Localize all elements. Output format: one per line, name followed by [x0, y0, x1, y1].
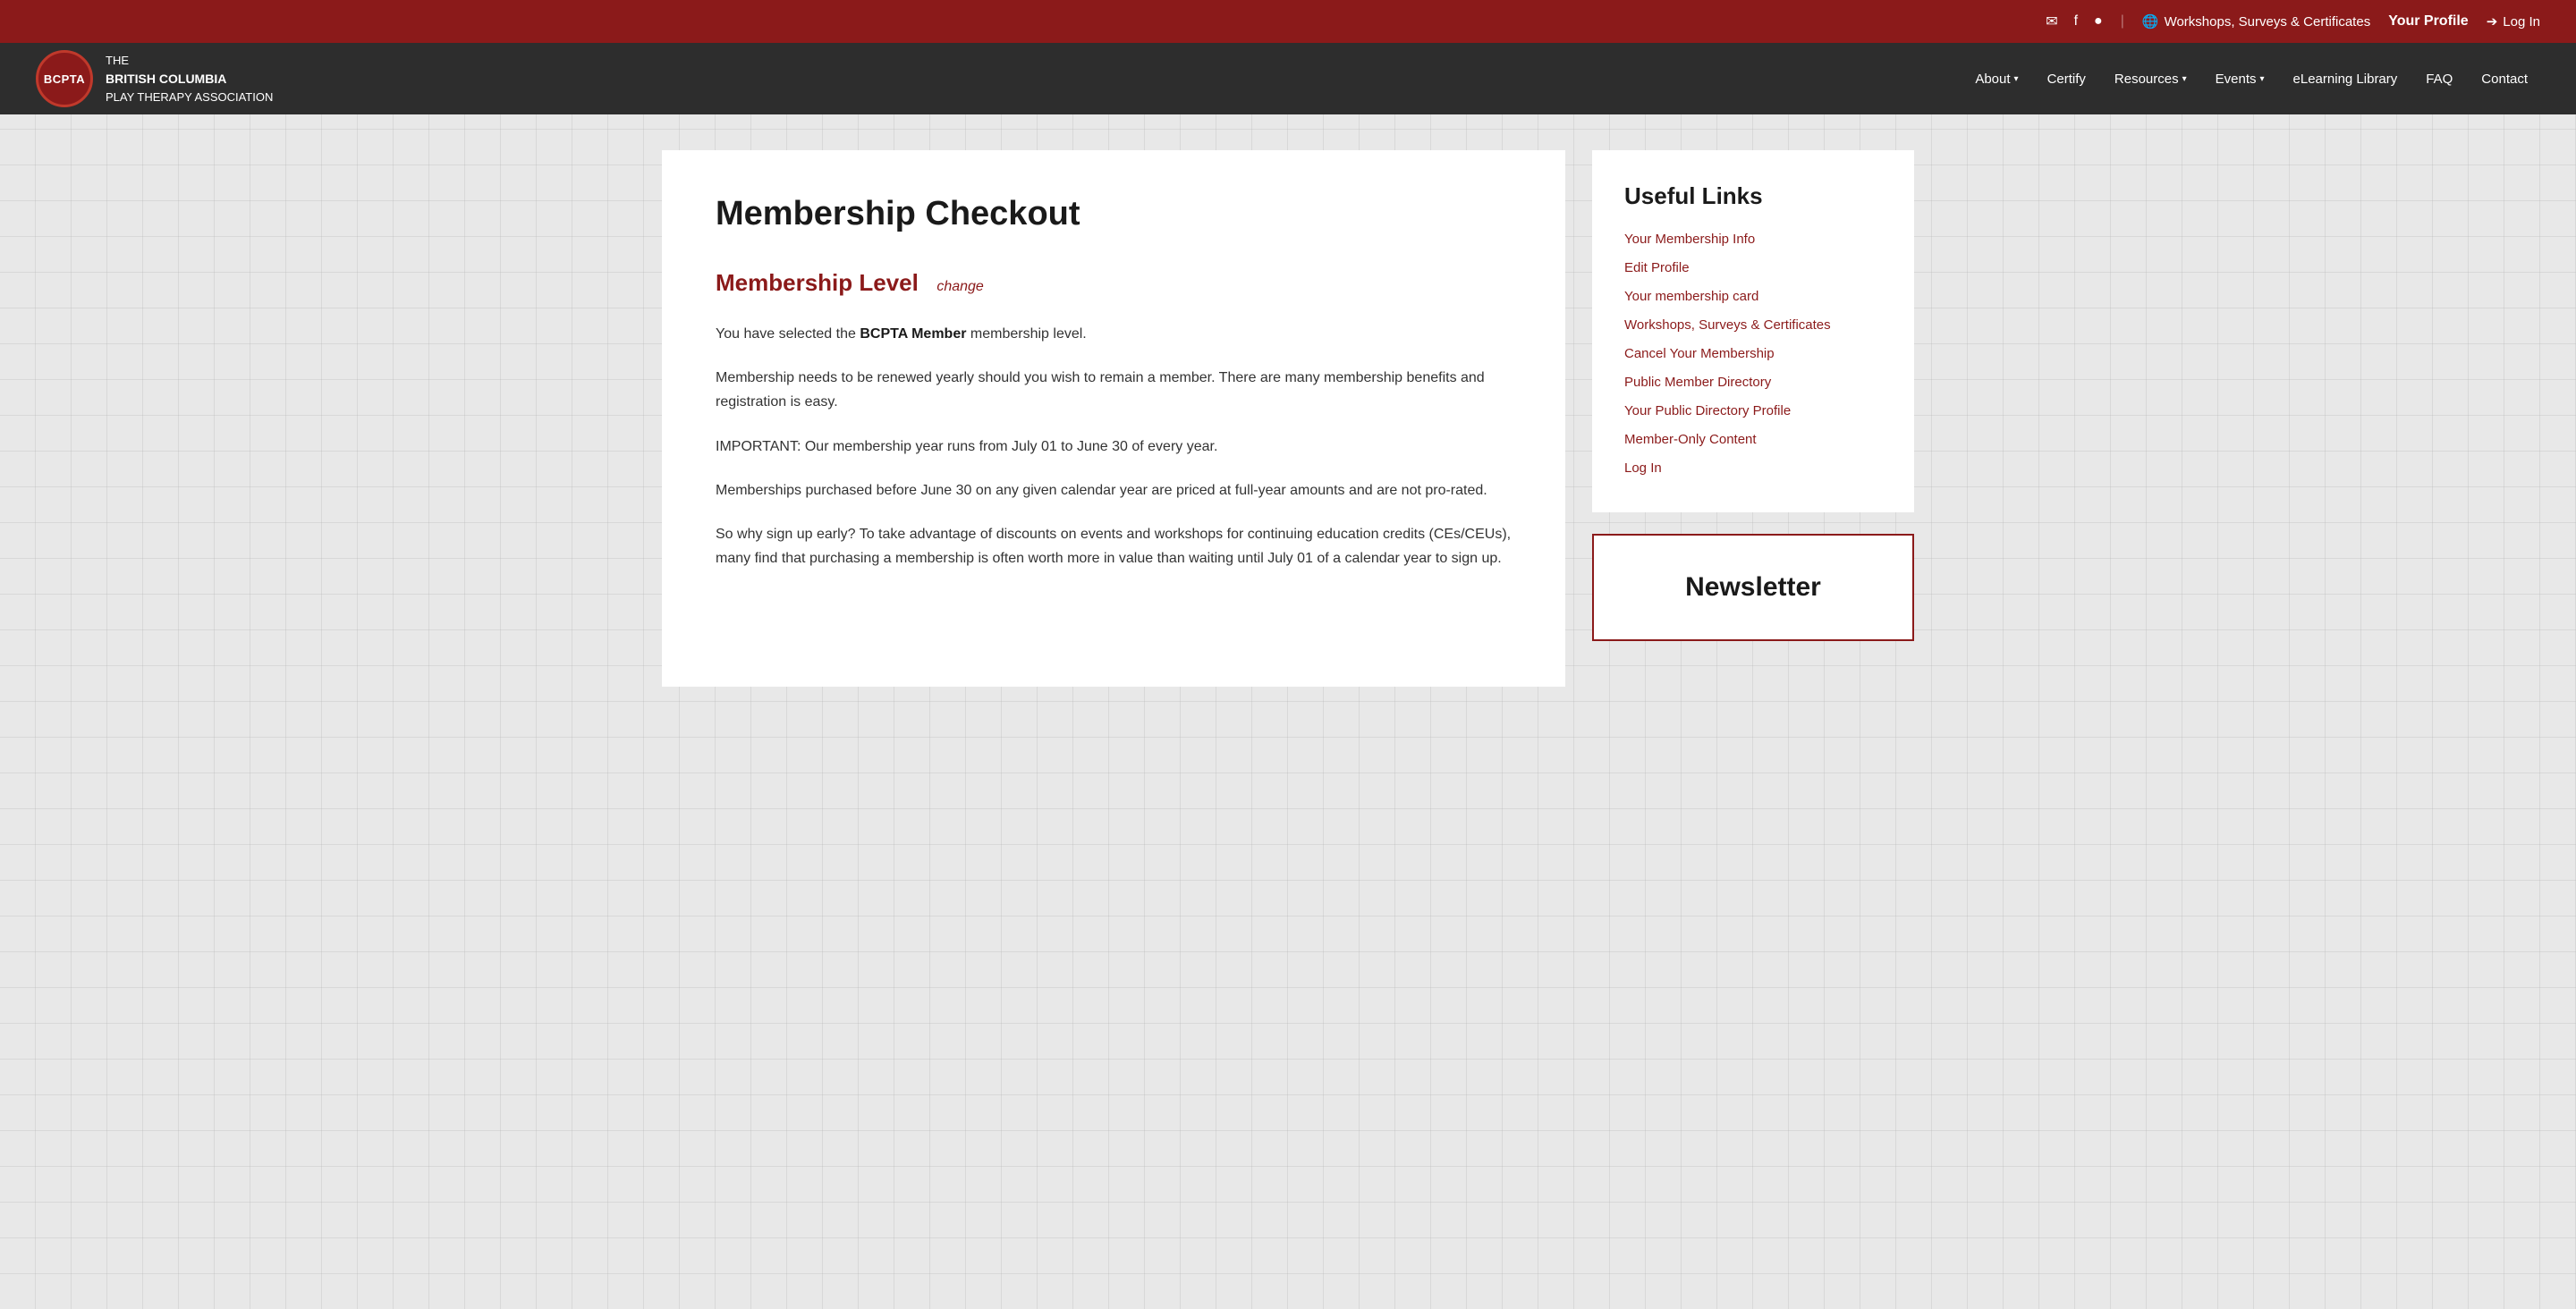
link-membership-card[interactable]: Your membership card	[1624, 289, 1758, 304]
nav-item-contact[interactable]: Contact	[2469, 64, 2540, 94]
list-item: Workshops, Surveys & Certificates	[1624, 317, 1882, 334]
workshops-icon: 🌐	[2142, 13, 2159, 30]
logo[interactable]: BCPTA THE BRITISH COLUMBIA PLAY THERAPY …	[36, 50, 273, 107]
link-cancel-membership[interactable]: Cancel Your Membership	[1624, 346, 1775, 361]
list-item: Your membership card	[1624, 289, 1882, 305]
selected-level-text: You have selected the BCPTA Member membe…	[716, 322, 1512, 346]
logo-text: THE BRITISH COLUMBIA PLAY THERAPY ASSOCI…	[106, 52, 273, 106]
content-layout: Membership Checkout Membership Level cha…	[662, 150, 1914, 687]
paragraph-prorated: Memberships purchased before June 30 on …	[716, 478, 1512, 502]
nav-item-certify[interactable]: Certify	[2035, 64, 2098, 94]
list-item: Your Membership Info	[1624, 232, 1882, 248]
login-icon: ➔	[2487, 13, 2498, 30]
membership-level-section: Membership Level change	[716, 269, 1512, 297]
link-edit-profile[interactable]: Edit Profile	[1624, 260, 1690, 275]
newsletter-title: Newsletter	[1685, 572, 1821, 603]
chevron-down-icon: ▾	[2014, 74, 2019, 84]
your-profile-link[interactable]: Your Profile	[2388, 13, 2469, 30]
link-public-directory-profile[interactable]: Your Public Directory Profile	[1624, 403, 1791, 418]
email-icon[interactable]: ✉	[2046, 13, 2057, 30]
login-link[interactable]: ➔ Log In	[2487, 13, 2540, 30]
logo-circle: BCPTA	[36, 50, 93, 107]
list-item: Cancel Your Membership	[1624, 346, 1882, 362]
nav-item-about[interactable]: About ▾	[1962, 64, 2030, 94]
separator: |	[2121, 13, 2124, 30]
link-public-directory[interactable]: Public Member Directory	[1624, 375, 1771, 390]
newsletter-box: Newsletter	[1592, 534, 1914, 641]
workshops-link[interactable]: 🌐 Workshops, Surveys & Certificates	[2142, 13, 2370, 30]
membership-level-title: Membership Level	[716, 269, 919, 296]
link-workshops[interactable]: Workshops, Surveys & Certificates	[1624, 317, 1831, 333]
list-item: Member-Only Content	[1624, 432, 1882, 448]
link-membership-info[interactable]: Your Membership Info	[1624, 232, 1755, 247]
chevron-down-icon: ▾	[2260, 74, 2265, 84]
list-item: Log In	[1624, 460, 1882, 477]
page-title: Membership Checkout	[716, 195, 1512, 233]
top-bar: ✉ f ● | 🌐 Workshops, Surveys & Certifica…	[0, 0, 2576, 43]
nav-bar: BCPTA THE BRITISH COLUMBIA PLAY THERAPY …	[0, 43, 2576, 114]
link-login[interactable]: Log In	[1624, 460, 1662, 476]
instagram-icon[interactable]: ●	[2094, 13, 2103, 30]
list-item: Public Member Directory	[1624, 375, 1882, 391]
nav-item-resources[interactable]: Resources ▾	[2102, 64, 2199, 94]
chevron-down-icon: ▾	[2182, 74, 2187, 84]
list-item: Your Public Directory Profile	[1624, 403, 1882, 419]
paragraph-renewal: Membership needs to be renewed yearly sh…	[716, 366, 1512, 414]
list-item: Edit Profile	[1624, 260, 1882, 276]
useful-links-title: Useful Links	[1624, 182, 1882, 210]
main-content: Membership Checkout Membership Level cha…	[662, 150, 1565, 687]
facebook-icon[interactable]: f	[2074, 13, 2078, 30]
link-member-only-content[interactable]: Member-Only Content	[1624, 432, 1757, 447]
nav-item-events[interactable]: Events ▾	[2203, 64, 2277, 94]
page-background: Membership Checkout Membership Level cha…	[0, 114, 2576, 1309]
social-icons: ✉ f ●	[2046, 13, 2103, 30]
nav-item-elearning[interactable]: eLearning Library	[2281, 64, 2411, 94]
change-link[interactable]: change	[936, 279, 984, 294]
useful-links-list: Your Membership Info Edit Profile Your m…	[1624, 232, 1882, 477]
nav-item-faq[interactable]: FAQ	[2413, 64, 2465, 94]
nav-links: About ▾ Certify Resources ▾ Events ▾ eLe…	[1962, 64, 2540, 94]
paragraph-early-signup: So why sign up early? To take advantage …	[716, 522, 1512, 570]
sidebar: Useful Links Your Membership Info Edit P…	[1592, 150, 1914, 687]
useful-links-box: Useful Links Your Membership Info Edit P…	[1592, 150, 1914, 512]
paragraph-important: IMPORTANT: Our membership year runs from…	[716, 435, 1512, 459]
